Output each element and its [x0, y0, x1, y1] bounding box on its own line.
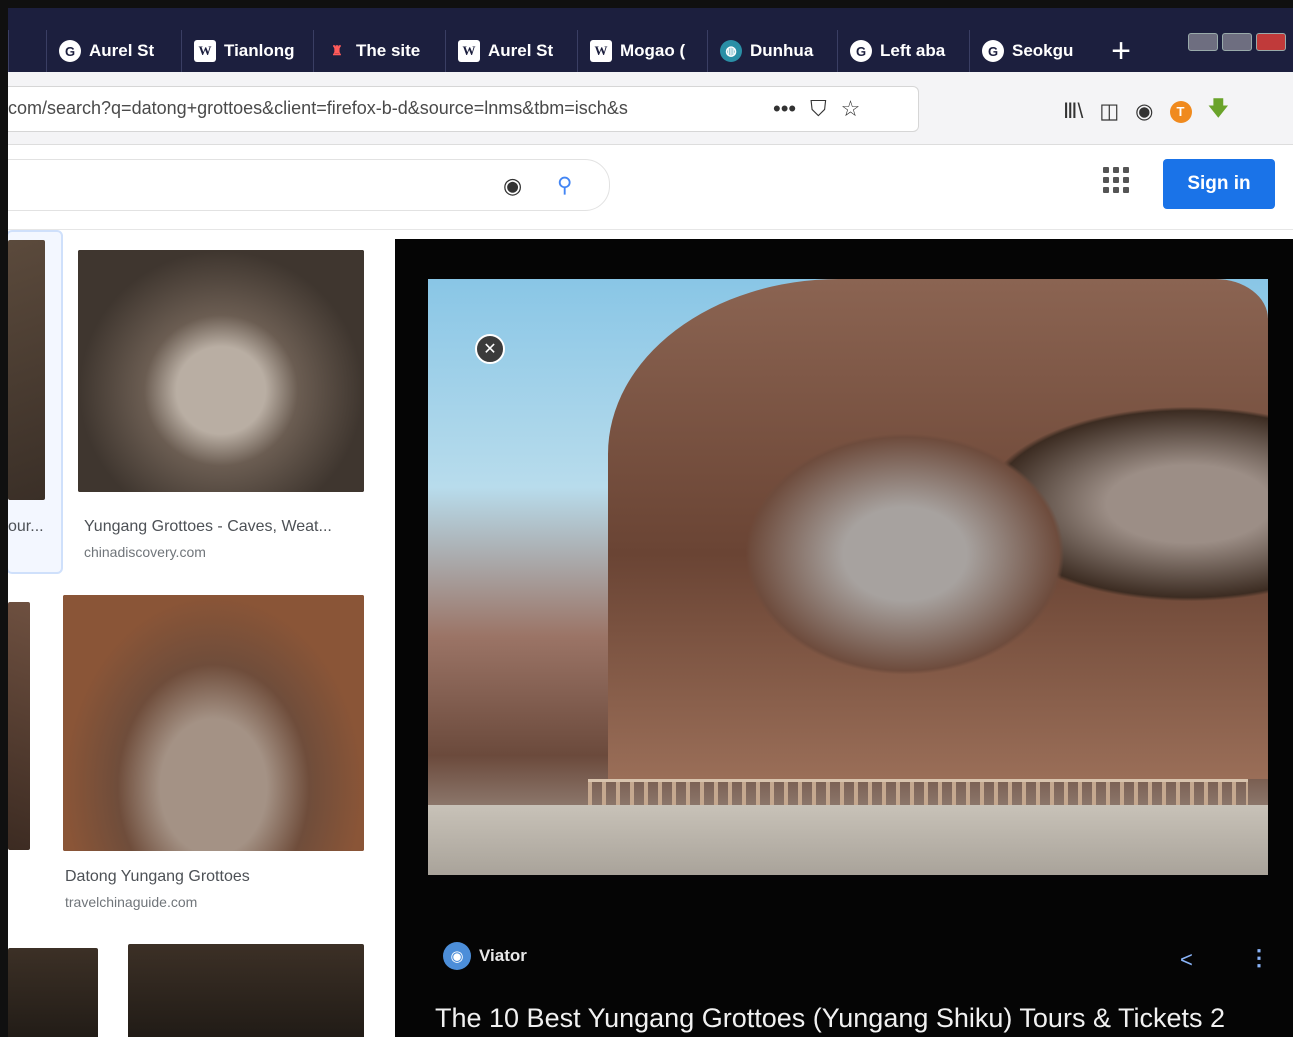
url-actions: ••• ⛉ ☆ — [773, 96, 860, 122]
account-icon[interactable]: ◉ — [1135, 99, 1153, 124]
tab-label: Aurel St — [488, 41, 554, 60]
tab-label: Aurel St — [89, 41, 155, 60]
preview-source-name[interactable]: Viator — [479, 946, 527, 966]
preview-title[interactable]: The 10 Best Yungang Grottoes (Yungang Sh… — [435, 1003, 1225, 1034]
wikipedia-icon: W — [590, 40, 612, 62]
more-options-icon[interactable]: ⋮ — [1248, 945, 1270, 971]
apps-grid-icon[interactable] — [1103, 167, 1129, 193]
result-title[interactable]: our... — [8, 518, 44, 536]
library-icon[interactable]: Ⅲ\ — [1063, 99, 1083, 124]
screen: G Aurel St W Tianlong ♜ The site W Aurel… — [8, 8, 1293, 1037]
image-result-datong-yungang[interactable] — [63, 595, 364, 851]
new-tab-button[interactable]: + — [1098, 30, 1144, 72]
result-title[interactable]: Datong Yungang Grottoes — [65, 868, 250, 886]
google-icon: G — [982, 40, 1004, 62]
bookmark-star-icon[interactable]: ☆ — [841, 96, 861, 122]
tab-the-site[interactable]: ♜ The site — [313, 30, 445, 72]
image-result-yungang-caves[interactable] — [78, 250, 364, 492]
maximize-button[interactable] — [1222, 33, 1252, 51]
url-text[interactable]: com/search?q=datong+grottoes&client=fire… — [8, 98, 723, 119]
tab-aurel-stein-google[interactable]: G Aurel St — [46, 30, 181, 72]
tab-label: The site — [356, 41, 421, 60]
plaza-ground — [428, 805, 1268, 875]
image-results-grid: our... Yungang Grottoes - Caves, Weat...… — [8, 230, 393, 1037]
extension-orange-icon[interactable]: T — [1169, 100, 1192, 123]
tab-label: Mogao ( — [620, 41, 686, 60]
tab-label: Seokgu — [1012, 41, 1074, 60]
tab-seokguram[interactable]: G Seokgu — [969, 30, 1098, 72]
tab-label: Left aba — [880, 41, 946, 60]
preview-source-row[interactable]: ◉ Viator — [443, 942, 527, 970]
minimize-button[interactable] — [1188, 33, 1218, 51]
tab-partial[interactable] — [8, 30, 46, 72]
tab-aurel-stein-wiki[interactable]: W Aurel St — [445, 30, 577, 72]
browser-toolbar: Ⅲ\ ◫ ◉ T 🡇 — [1063, 94, 1229, 129]
pocket-icon[interactable]: ⛉ — [810, 96, 827, 122]
grotto-cliff — [608, 279, 1268, 779]
globe-icon: ◉ — [443, 942, 471, 970]
tab-tianlong[interactable]: W Tianlong — [181, 30, 313, 72]
preview-image[interactable]: ✕ — [428, 279, 1268, 875]
image-result[interactable] — [128, 944, 364, 1037]
share-icon[interactable]: < — [1180, 947, 1193, 973]
sidebar-icon[interactable]: ◫ — [1099, 99, 1119, 124]
image-result[interactable] — [8, 240, 45, 500]
wikipedia-icon: W — [194, 40, 216, 62]
tab-label: Dunhua — [750, 41, 814, 60]
nav-bar: com/search?q=datong+grottoes&client=fire… — [8, 72, 1293, 145]
close-window-button[interactable] — [1256, 33, 1286, 51]
dunhuang-icon: ◍ — [720, 40, 742, 62]
site-red-icon: ♜ — [331, 43, 343, 58]
image-result[interactable] — [8, 948, 98, 1037]
wikipedia-icon: W — [458, 40, 480, 62]
google-icon: G — [59, 40, 81, 62]
google-icon: G — [850, 40, 872, 62]
result-source[interactable]: travelchinaguide.com — [65, 894, 197, 910]
close-preview-button[interactable]: ✕ — [475, 334, 505, 364]
tab-strip: G Aurel St W Tianlong ♜ The site W Aurel… — [8, 8, 1293, 72]
tab-dunhuang[interactable]: ◍ Dunhua — [707, 30, 837, 72]
camera-icon[interactable]: ◉ — [503, 173, 522, 199]
image-preview-panel: ✕ ◉ Viator < ⋮ The 10 Best Yungang Grott… — [395, 239, 1293, 1037]
window-controls — [1188, 33, 1286, 51]
tab-left-aba[interactable]: G Left aba — [837, 30, 969, 72]
sign-in-button[interactable]: Sign in — [1163, 159, 1275, 209]
url-bar[interactable]: com/search?q=datong+grottoes&client=fire… — [8, 86, 919, 132]
google-header: ◉ ⚲ Sign in — [8, 145, 1293, 230]
image-result[interactable] — [8, 602, 30, 850]
page-actions-icon[interactable]: ••• — [773, 96, 796, 122]
result-source[interactable]: chinadiscovery.com — [84, 544, 206, 560]
tab-label: Tianlong — [224, 41, 295, 60]
search-icon[interactable]: ⚲ — [557, 173, 572, 198]
tab-mogao[interactable]: W Mogao ( — [577, 30, 707, 72]
result-title[interactable]: Yungang Grottoes - Caves, Weat... — [84, 518, 332, 536]
download-icon[interactable]: 🡇 — [1208, 94, 1230, 129]
